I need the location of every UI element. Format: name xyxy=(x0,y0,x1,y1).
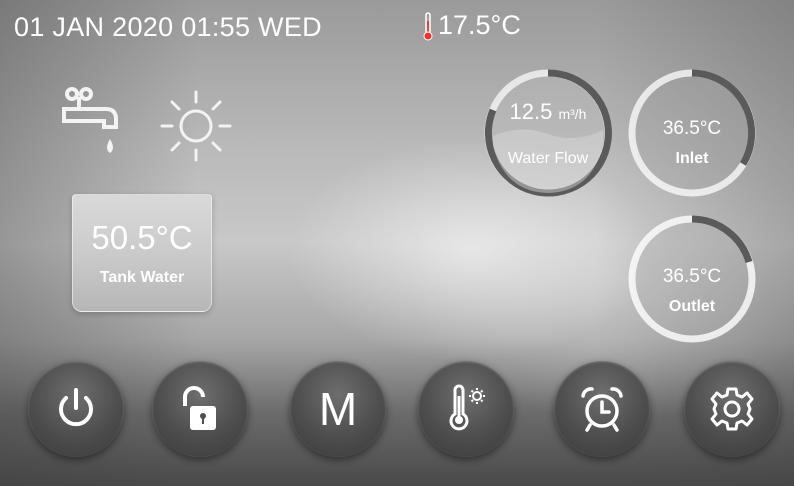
tank-water-panel[interactable]: 50.5°C Tank Water xyxy=(72,194,212,312)
ambient-temperature: 17.5°C xyxy=(423,10,521,41)
flow-unit: m³/h xyxy=(558,106,587,122)
thermometer-gear-icon xyxy=(449,384,485,431)
tap-icon[interactable] xyxy=(60,85,122,170)
unlock-icon xyxy=(183,386,216,430)
inlet-gauge[interactable]: 36.5°C Inlet xyxy=(625,66,759,200)
inlet-value: 36.5°C xyxy=(662,118,722,139)
flow-label: Water Flow xyxy=(507,150,589,167)
outlet-value: 36.5°C xyxy=(662,266,722,287)
inlet-label: Inlet xyxy=(675,150,709,167)
lock-button[interactable] xyxy=(152,361,248,457)
water-flow-gauge[interactable]: 12.5 m³/h Water Flow xyxy=(481,66,615,200)
power-button[interactable] xyxy=(28,361,124,457)
power-icon xyxy=(59,388,93,427)
thermometer-icon xyxy=(423,11,433,40)
gear-icon xyxy=(710,387,754,431)
tank-label: Tank Water xyxy=(99,269,185,286)
tank-temperature: 50.5°C xyxy=(91,219,193,256)
outlet-gauge[interactable]: 36.5°C Outlet xyxy=(625,212,759,346)
flow-value: 12.5 m³/h xyxy=(481,99,615,125)
flow-number: 12.5 xyxy=(509,99,553,124)
ambient-temp-value: 17.5°C xyxy=(438,10,521,40)
mode-letter: M xyxy=(318,383,358,435)
mode-button[interactable]: M xyxy=(290,361,386,457)
timer-button[interactable] xyxy=(554,361,650,457)
settings-button[interactable] xyxy=(684,361,780,457)
datetime: 01 JAN 2020 01:55 WED xyxy=(14,12,322,42)
control-screen: 01 JAN 2020 01:55 WED 17.5°C 50.5°C Tank… xyxy=(0,0,794,486)
alarm-clock-icon xyxy=(581,387,623,432)
outlet-label: Outlet xyxy=(668,298,716,315)
sun-icon[interactable] xyxy=(160,90,232,167)
temperature-settings-button[interactable] xyxy=(418,361,514,457)
